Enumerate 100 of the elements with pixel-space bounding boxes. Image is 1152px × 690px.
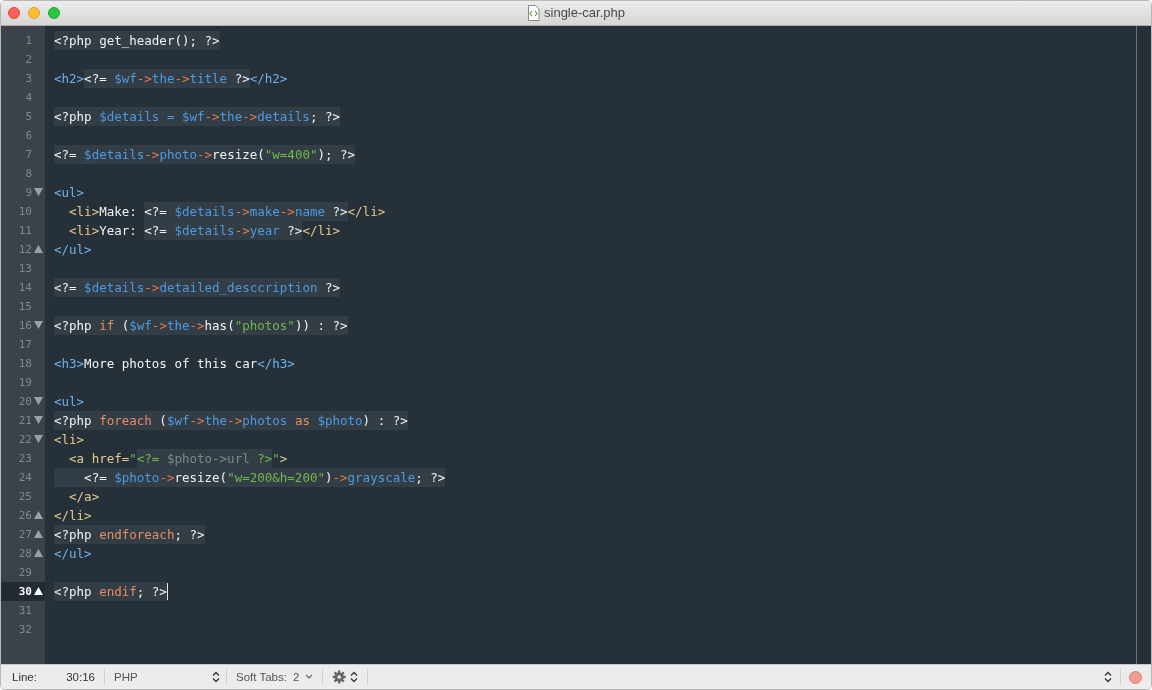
code-token: </a> (68, 488, 100, 504)
fold-toggle-icon[interactable] (34, 511, 43, 520)
line-number: 27 (18, 527, 32, 541)
line-number: 26 (18, 508, 32, 522)
code-token: More photos of this car (84, 355, 258, 371)
code-token: "photos" (234, 317, 295, 333)
code-token: <?= (144, 222, 168, 238)
code-token: year (249, 222, 280, 238)
code-token: ?> (257, 450, 273, 466)
tab-size-selector[interactable]: Soft Tabs: 2 (227, 667, 323, 688)
code-token: -> (197, 146, 213, 162)
code-token: the (219, 108, 243, 124)
fold-toggle-icon[interactable] (34, 245, 43, 254)
code-token: $wf (114, 70, 137, 86)
code-token: <?= (144, 203, 168, 219)
code-token: $wf (166, 412, 190, 428)
fold-toggle-icon[interactable] (34, 587, 43, 596)
code-token: <?php (54, 583, 93, 599)
up-down-arrows-icon (350, 671, 359, 684)
line-number: 11 (18, 223, 32, 237)
macro-record-button[interactable] (1129, 670, 1142, 684)
code-token: " (272, 450, 280, 466)
line-number: 8 (25, 166, 32, 180)
code-token: photos (242, 412, 289, 428)
line-number: 19 (18, 375, 32, 389)
up-down-arrows-icon (212, 671, 220, 684)
code-token: </ul> (54, 241, 92, 257)
code-token: </li> (54, 507, 92, 523)
code-token: -> (234, 203, 250, 219)
code-token: <?php (54, 412, 93, 428)
code-token: the (151, 70, 175, 86)
fold-toggle-icon[interactable] (34, 416, 43, 425)
code-token: <a href= (68, 450, 130, 466)
line-number: 6 (25, 128, 32, 142)
code-token: <?= (136, 450, 160, 466)
code-token: </li> (347, 203, 386, 219)
zoom-button[interactable] (48, 6, 60, 19)
code-token: -> (189, 412, 205, 428)
cursor-position: 30:16 (66, 671, 95, 684)
code-token: -> (332, 469, 348, 485)
code-token: -> (144, 146, 160, 162)
code-token: ; ?> (136, 583, 167, 599)
code-token: $photo (114, 469, 160, 485)
fold-toggle-icon[interactable] (34, 435, 43, 444)
code-token: $details = $wf (99, 108, 205, 124)
code-token: details (257, 108, 310, 124)
line-number: 9 (25, 185, 32, 199)
code-token: as (294, 412, 311, 428)
code-token: if (99, 317, 115, 333)
code-token: has( (204, 317, 235, 333)
code-token: $photo->url (165, 450, 251, 466)
file-icon (527, 4, 540, 21)
code-token: grayscale (347, 469, 416, 485)
line-number: 23 (18, 451, 32, 465)
line-number: 13 (18, 261, 32, 275)
code-token: -> (136, 70, 152, 86)
code-token: "w=200&h=200" (227, 469, 325, 485)
code-token: -> (204, 108, 220, 124)
code-token: )) : ?> (294, 317, 348, 333)
code-token: $details (84, 146, 145, 162)
line-number: 5 (25, 109, 32, 123)
code-token: <ul> (54, 184, 85, 200)
code-token: ?> (331, 203, 348, 219)
code-token: -> (159, 469, 175, 485)
code-token: ( (158, 412, 167, 428)
line-number: 28 (18, 546, 32, 560)
code-token: $details (174, 203, 235, 219)
fold-toggle-icon[interactable] (34, 188, 43, 197)
line-number: 29 (18, 565, 32, 579)
code-token: <?php get_header(); ?> (54, 32, 220, 48)
code-token: ); ?> (317, 146, 356, 162)
code-token: ?> (286, 222, 303, 238)
line-number: 2 (25, 52, 32, 66)
fold-toggle-icon[interactable] (34, 321, 43, 330)
code-token: photo (159, 146, 198, 162)
code-token: -> (174, 70, 190, 86)
code-token: ; ?> (309, 108, 340, 124)
fold-toggle-icon[interactable] (34, 549, 43, 558)
line-number: 25 (18, 489, 32, 503)
line-number: 15 (18, 299, 32, 313)
line-number: 21 (18, 413, 32, 427)
code-token: ; ?> (415, 469, 446, 485)
up-down-arrows-icon (1104, 671, 1112, 684)
fold-toggle-icon[interactable] (34, 530, 43, 539)
code-token: foreach (99, 412, 152, 428)
line-number: 16 (18, 318, 32, 332)
fold-toggle-icon[interactable] (34, 397, 43, 406)
code-token: name (294, 203, 325, 219)
code-token: ?> (233, 70, 250, 86)
code-token: $wf (129, 317, 152, 333)
syntax-selector[interactable]: PHP (105, 667, 226, 688)
code-token: -> (242, 108, 258, 124)
code-token: -> (189, 317, 205, 333)
code-token: ( (120, 317, 130, 333)
code-token: <ul> (54, 393, 85, 409)
close-button[interactable] (8, 6, 20, 19)
code-token: $photo (317, 412, 363, 428)
code-token: <li> (68, 203, 100, 219)
code-token: <?= (54, 279, 78, 295)
code-token: <?= (84, 70, 108, 86)
